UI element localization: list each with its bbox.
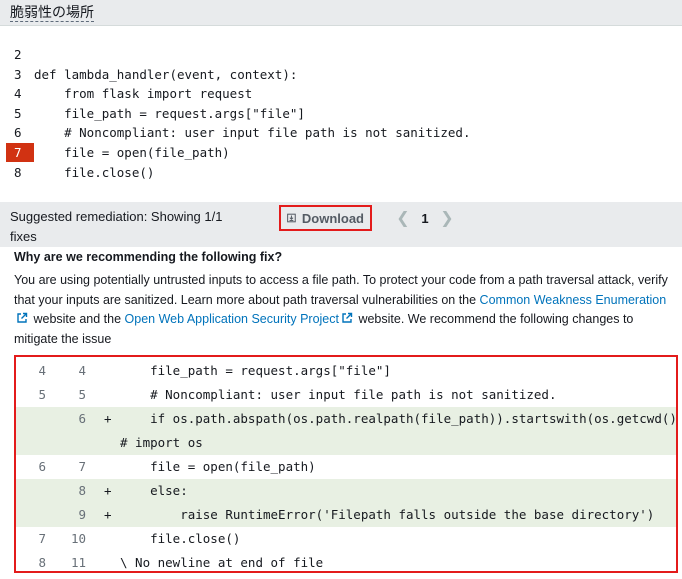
owasp-link[interactable]: Open Web Application Security Project [125,312,339,326]
why-heading: Why are we recommending the following fi… [14,250,283,264]
diff-row-added: 9 + raise RuntimeError('Filepath falls o… [16,503,676,527]
new-line-number: 7 [78,459,86,474]
new-line-number: 9 [78,507,86,522]
code-text: file_path = request.args["file"] [34,105,305,121]
cwe-link[interactable]: Common Weakness Enumeration [480,293,667,307]
explanation-text: website and the [30,312,125,326]
code-text: from flask import request [34,86,253,101]
highlighted-line-number: 7 [6,143,34,162]
diff-row: 7 10 file.close() [16,527,676,551]
old-line-number: 7 [38,531,46,546]
code-line: 2 [0,45,682,64]
code-line: 4 from flask import request [0,84,682,103]
new-line-number: 5 [78,387,86,402]
download-button[interactable]: Download [279,205,372,231]
diff-code: if os.path.abspath(os.path.realpath(file… [120,411,678,426]
code-line: 8 file.close() [0,163,682,182]
new-line-number: 4 [78,363,86,378]
diff-code: # import os [120,435,203,450]
remediation-status-text: Suggested remediation: Showing 1/1 fixes [10,209,223,244]
diff-row: 6 7 file = open(file_path) [16,455,676,479]
code-line: 6 # Noncompliant: user input file path i… [0,123,682,142]
line-number: 4 [14,86,22,101]
diff-row-added: 6 + if os.path.abspath(os.path.realpath(… [16,407,676,431]
line-number: 2 [14,47,22,62]
diff-row: 4 4 file_path = request.args["file"] [16,359,676,383]
diff-marker: + [104,507,112,522]
new-line-number: 6 [78,411,86,426]
chevron-left-icon[interactable]: ❮ [396,208,410,228]
code-line-highlighted: 7 file = open(file_path) [0,143,682,162]
code-text: file = open(file_path) [34,145,230,160]
diff-code: else: [120,483,188,498]
new-line-number: 11 [70,555,86,570]
old-line-number: 6 [38,459,46,474]
diff-row-added: 8 + else: [16,479,676,503]
line-number: 6 [14,125,22,140]
line-number: 5 [14,105,22,121]
diff-marker: + [104,483,112,498]
chevron-right-icon[interactable]: ❯ [440,208,454,228]
code-line: 3 def lambda_handler(event, context): [0,65,682,84]
fix-pager: ❮ 1 ❯ [396,208,454,228]
diff-row: 8 11 \ No newline at end of file [16,551,676,571]
diff-code: \ No newline at end of file [120,555,324,570]
old-line-number: 5 [38,387,46,402]
new-line-number: 10 [70,531,86,546]
diff-marker: + [104,411,112,426]
explanation-paragraph: You are using potentially untrusted inpu… [14,271,674,349]
old-line-number: 8 [38,555,46,570]
vulnerability-location-header: 脆弱性の場所 [0,0,682,26]
download-label: Download [301,210,364,226]
code-text: # Noncompliant: user input file path is … [34,125,471,140]
code-line: 5 file_path = request.args["file"] [0,104,682,123]
diff-row: 5 5 # Noncompliant: user input file path… [16,383,676,407]
diff-row-added: # import os [16,431,676,455]
diff-code: file = open(file_path) [120,459,316,474]
code-text: file.close() [34,165,155,180]
download-icon [287,213,296,223]
diff-view: 4 4 file_path = request.args["file"] 5 5… [14,355,678,573]
diff-code: file_path = request.args["file"] [120,363,391,378]
vulnerability-location-title[interactable]: 脆弱性の場所 [10,4,94,22]
code-text: def lambda_handler(event, context): [34,66,298,82]
diff-code: raise RuntimeError('Filepath falls outsi… [120,507,655,522]
external-link-icon[interactable] [341,312,353,324]
diff-code: file.close() [120,531,241,546]
current-page-number[interactable]: 1 [410,211,440,226]
diff-code: # Noncompliant: user input file path is … [120,387,557,402]
old-line-number: 4 [38,363,46,378]
line-number: 8 [14,165,22,180]
external-link-icon[interactable] [16,312,28,324]
new-line-number: 8 [78,483,86,498]
line-number: 3 [14,66,22,82]
